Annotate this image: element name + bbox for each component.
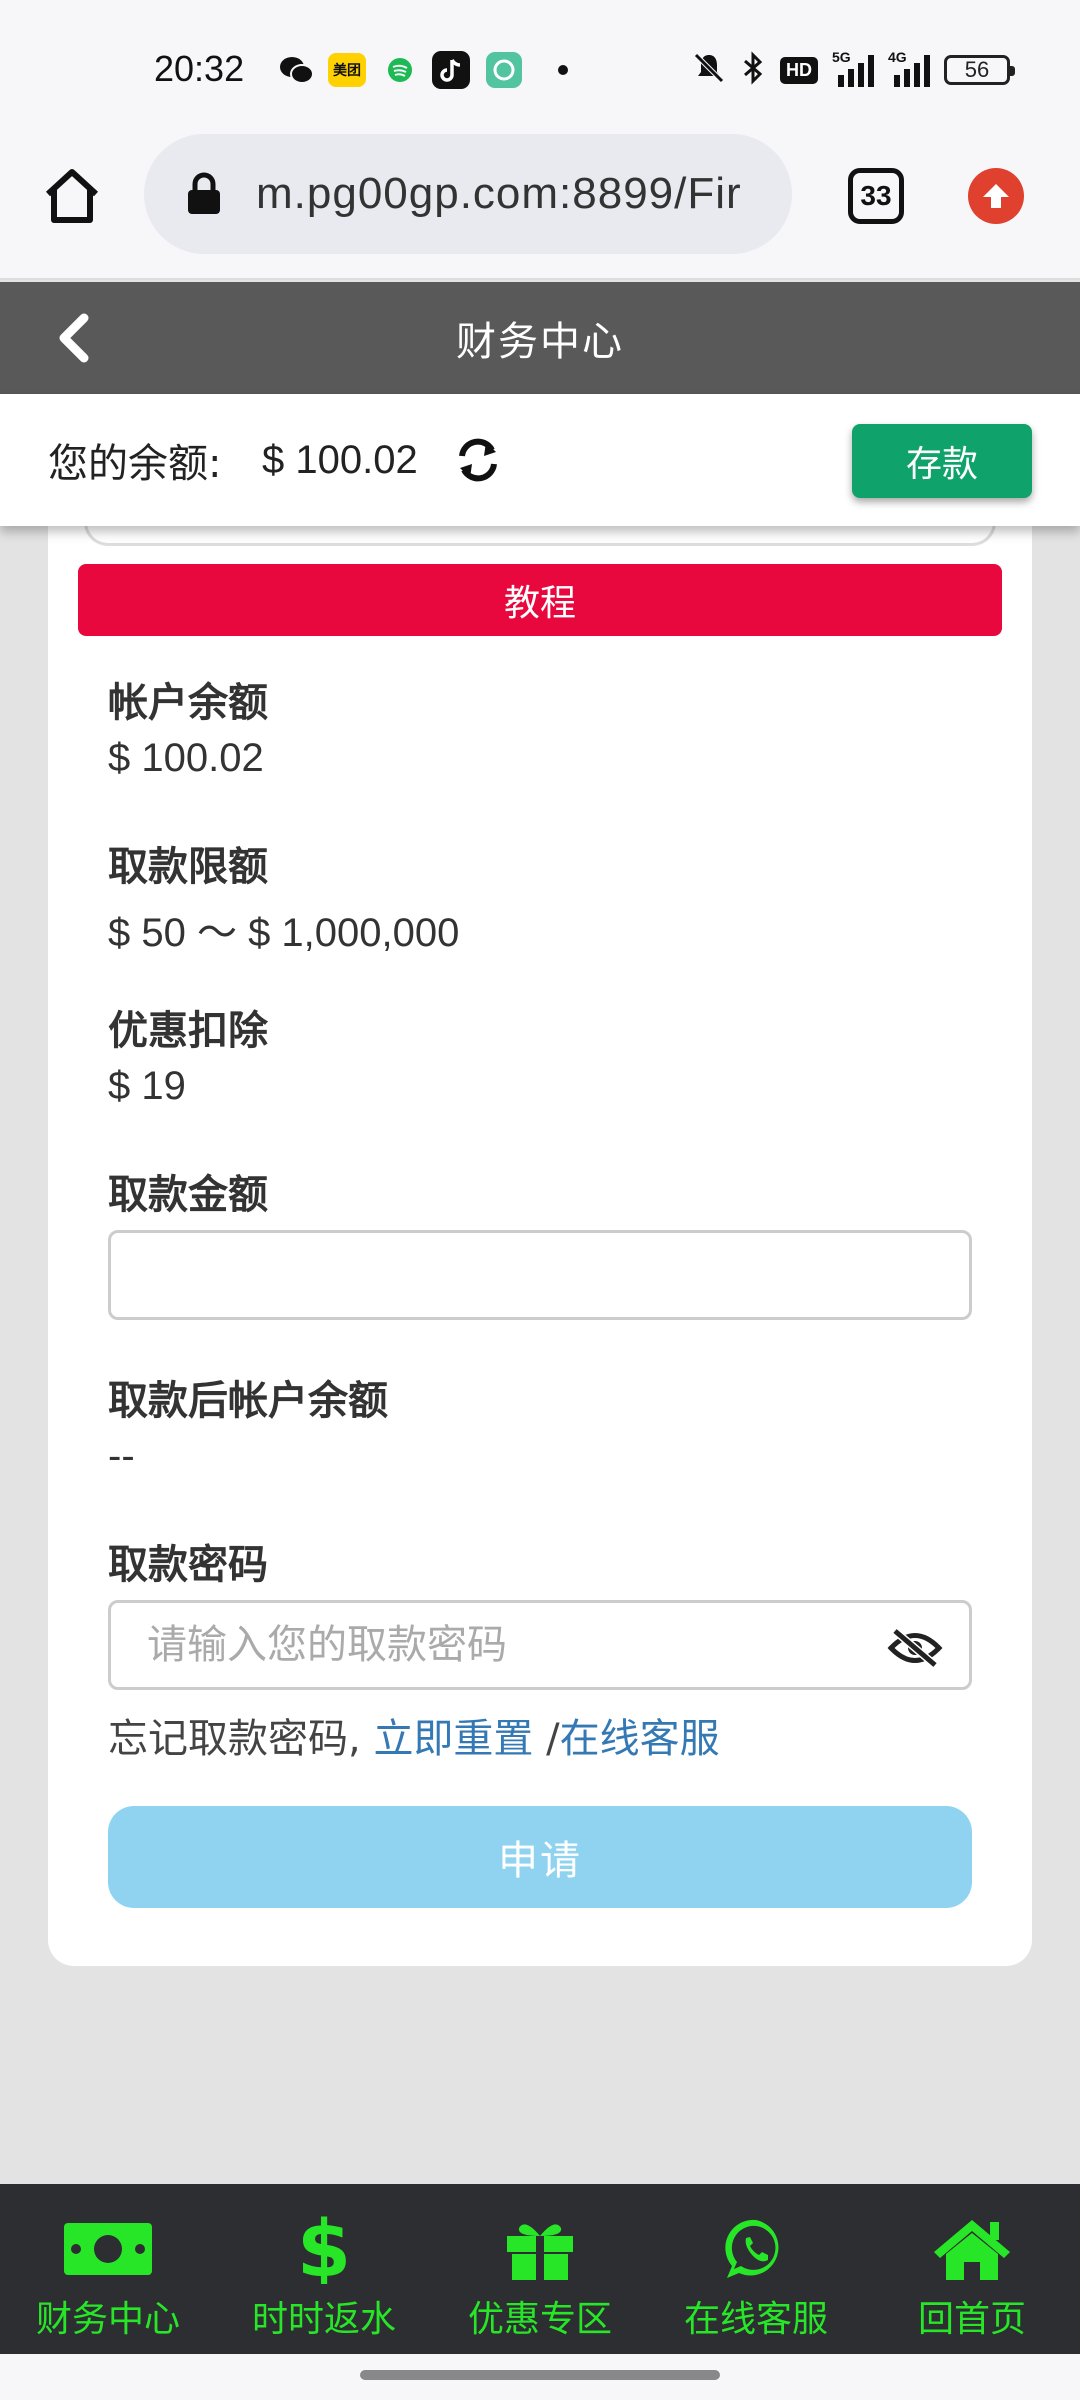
- whatsapp-icon: [708, 2216, 804, 2282]
- app-header: 财务中心: [0, 282, 1080, 394]
- withdraw-amount-field[interactable]: [108, 1230, 972, 1320]
- spotify-icon: [386, 52, 414, 88]
- tiktok-icon: [432, 51, 470, 89]
- balance-after-label: 取款后帐户余额: [108, 1378, 388, 1424]
- mute-icon: [692, 51, 726, 89]
- deposit-button[interactable]: 存款: [852, 424, 1032, 498]
- meituan-text: 美团: [328, 53, 366, 87]
- forgot-password-row: 忘记取款密码, 立即重置 /在线客服: [108, 1706, 720, 1764]
- lock-icon: [188, 172, 220, 214]
- tabs-button[interactable]: 33: [848, 168, 904, 224]
- signal-5g-icon: 5G: [832, 49, 874, 87]
- net1-label: 5G: [832, 49, 851, 65]
- url-text: m.pg00gp.com:8899/Fir: [256, 169, 742, 218]
- meituan-icon: 美团: [328, 52, 366, 88]
- nav-label-home: 回首页: [917, 2299, 1026, 2340]
- home-icon: [924, 2216, 1020, 2282]
- withdraw-limit-value: $ 50 ～ $ 1,000,000: [108, 911, 460, 955]
- hd-icon: HD: [780, 56, 818, 84]
- net2-label: 4G: [888, 49, 907, 65]
- balance-label: 您的余额:: [48, 441, 222, 487]
- battery-level: 56: [964, 57, 990, 82]
- withdraw-amount-label: 取款金额: [108, 1172, 268, 1218]
- dot-icon: [556, 52, 570, 88]
- status-bar: 20:32 美团 HD 5G 4G 56: [0, 0, 1080, 128]
- bottom-nav: 财务中心 $ 时时返水 优惠专区 在线客服 回首页: [0, 2184, 1080, 2354]
- chevron-left-icon: [59, 313, 89, 363]
- tutorial-button[interactable]: 教程: [78, 564, 1002, 636]
- eye-slash-icon[interactable]: [887, 1627, 943, 1669]
- back-button[interactable]: [52, 312, 96, 364]
- gesture-handle[interactable]: [360, 2370, 720, 2380]
- nav-label-promo: 优惠专区: [467, 2299, 612, 2340]
- link-separator: /: [533, 1716, 560, 1762]
- nav-item-finance[interactable]: 财务中心: [0, 2184, 216, 2354]
- vpn-icon: [486, 52, 522, 88]
- submit-button[interactable]: 申请: [108, 1806, 972, 1908]
- nav-item-support[interactable]: 在线客服: [648, 2184, 864, 2354]
- balance-value: $ 100.02: [262, 437, 418, 482]
- refresh-icon[interactable]: [452, 434, 504, 486]
- dollar-icon: $: [276, 2214, 372, 2284]
- nav-label-finance: 财务中心: [35, 2299, 180, 2340]
- update-button[interactable]: [968, 168, 1024, 224]
- address-bar[interactable]: m.pg00gp.com:8899/Fir: [144, 134, 792, 254]
- page-title: 财务中心: [456, 319, 624, 365]
- nav-label-rebate: 时时返水: [251, 2299, 396, 2340]
- withdraw-password-label: 取款密码: [108, 1542, 268, 1588]
- promo-deduction-label: 优惠扣除: [108, 1008, 268, 1054]
- nav-item-rebate[interactable]: $ 时时返水: [216, 2184, 432, 2354]
- status-right-icons: HD 5G 4G 56: [692, 49, 1015, 89]
- svg-text:$: $: [299, 2214, 349, 2284]
- withdraw-password-field[interactable]: [108, 1600, 972, 1690]
- account-balance-label: 帐户余额: [108, 680, 268, 726]
- nav-item-promo[interactable]: 优惠专区: [432, 2184, 648, 2354]
- battery-icon: 56: [944, 55, 1015, 85]
- home-outline-icon: [45, 169, 99, 223]
- withdraw-password-input[interactable]: [111, 1603, 969, 1687]
- forgot-text: 忘记取款密码,: [108, 1716, 361, 1762]
- browser-home-button[interactable]: [40, 164, 104, 228]
- promo-deduction-value: $ 19: [108, 1064, 186, 1108]
- support-link[interactable]: 在线客服: [560, 1716, 720, 1762]
- withdraw-amount-input[interactable]: [111, 1233, 969, 1317]
- withdraw-card: 教程 帐户余额 $ 100.02 取款限额 $ 50 ～ $ 1,000,000…: [48, 500, 1032, 1966]
- wechat-icon: [278, 52, 314, 88]
- status-time: 20:32: [154, 48, 245, 89]
- balance-bar: 您的余额: $ 100.02 存款: [0, 394, 1080, 526]
- bluetooth-icon: [740, 51, 766, 89]
- tab-count: 33: [860, 180, 892, 211]
- signal-4g-icon: 4G: [888, 49, 930, 87]
- nav-item-home[interactable]: 回首页: [864, 2184, 1080, 2354]
- gesture-bar: [0, 2354, 1080, 2400]
- gift-icon: [492, 2216, 588, 2282]
- money-icon: [60, 2216, 156, 2282]
- browser-toolbar: m.pg00gp.com:8899/Fir 33: [0, 128, 1080, 280]
- balance-after-value: --: [108, 1434, 135, 1478]
- account-balance-value: $ 100.02: [108, 736, 264, 780]
- arrow-up-icon: [983, 184, 1009, 208]
- reset-password-link[interactable]: 立即重置: [373, 1716, 533, 1762]
- nav-label-support: 在线客服: [683, 2299, 828, 2340]
- withdraw-limit-label: 取款限额: [108, 844, 268, 890]
